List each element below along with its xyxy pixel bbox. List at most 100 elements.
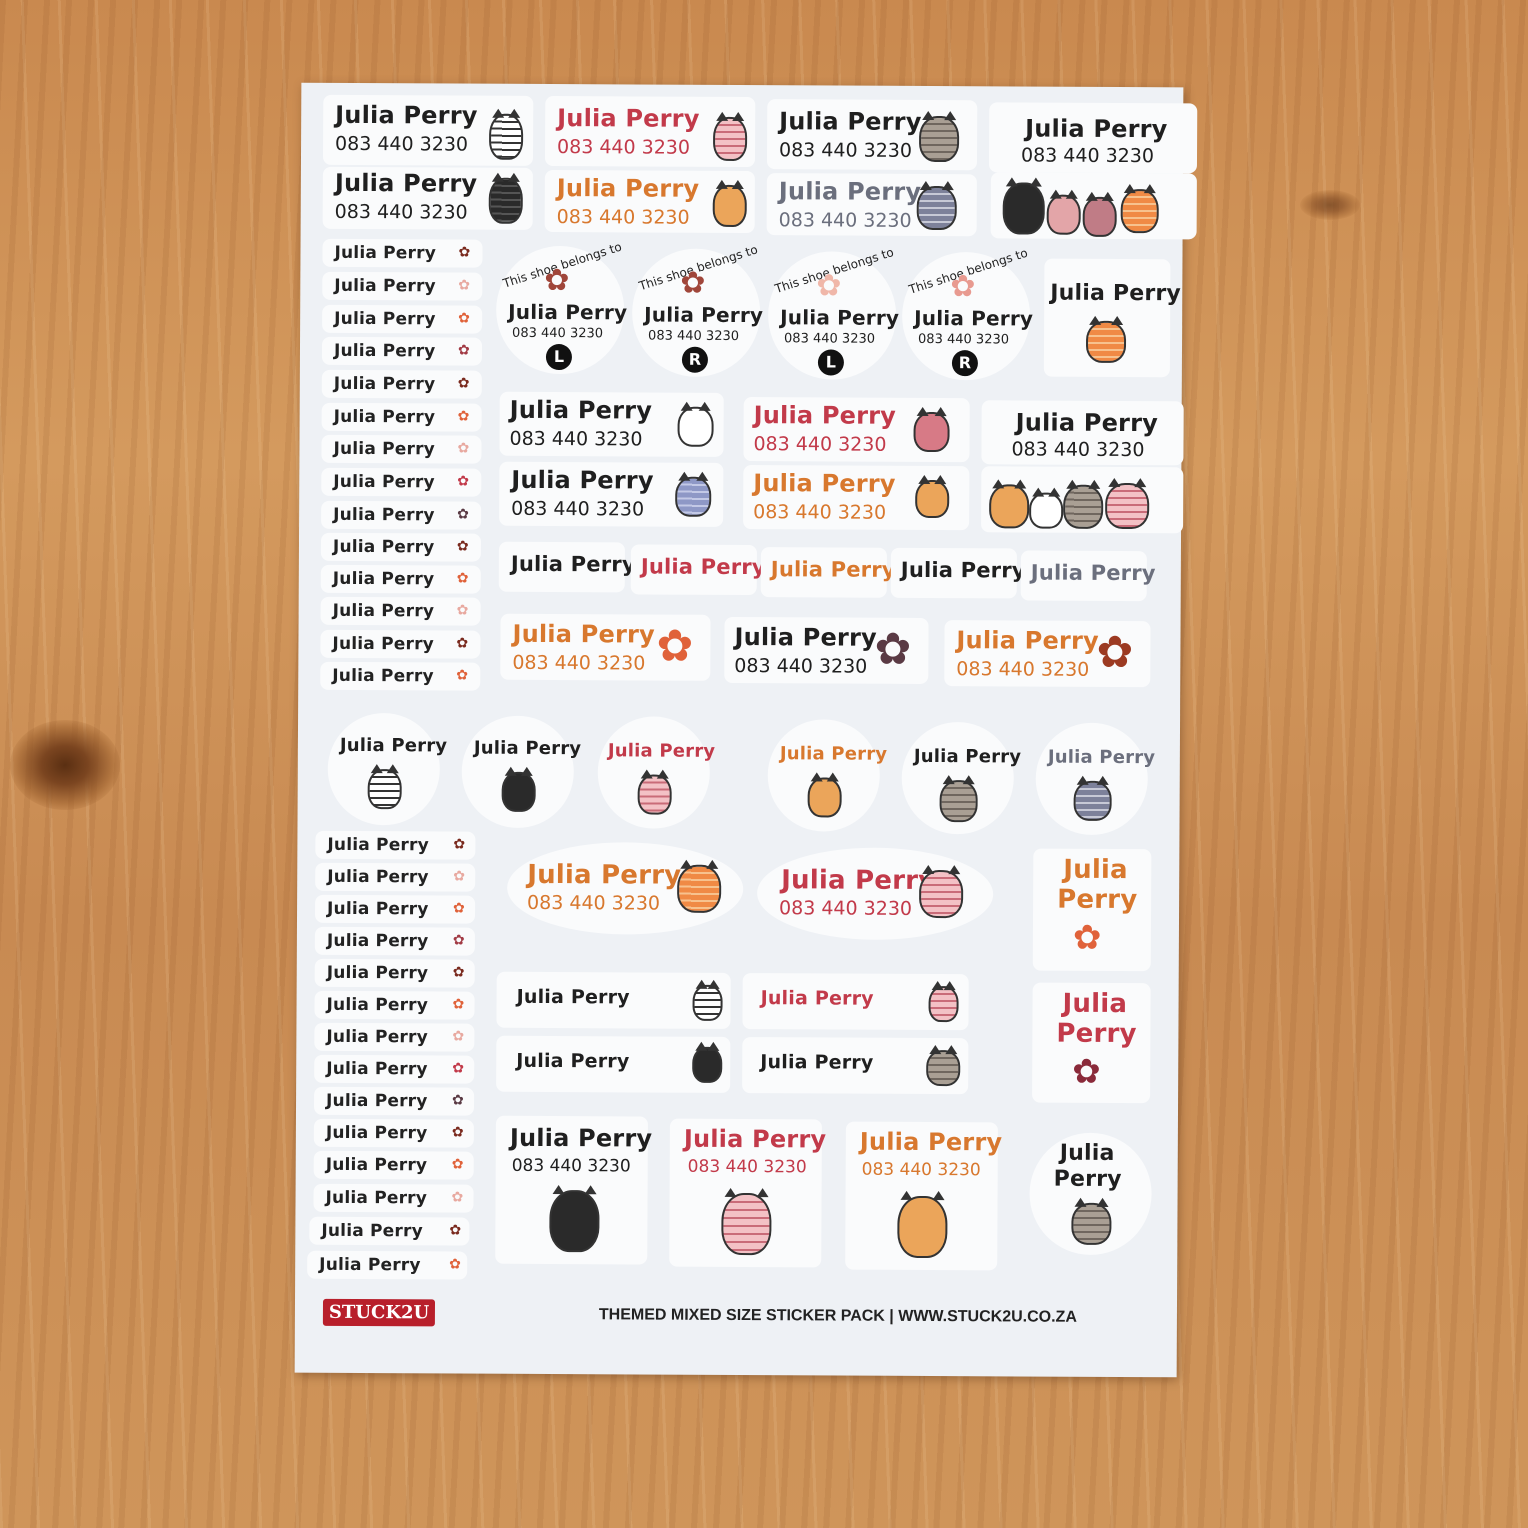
sticker-phone: 083 440 3230	[784, 331, 876, 347]
tiny-sticker-column: Julia Perry ✿ Julia Perry ✿ Julia Perry ✿ J…	[301, 83, 1183, 691]
sticker-name: Julia Perry	[327, 866, 429, 888]
brand-logo: STUCK2U	[322, 1298, 436, 1327]
oval-sticker: Julia Perry 083 440 3230	[756, 847, 994, 941]
sticker: Julia Perry 083 440 3230	[766, 173, 977, 237]
left-shoe-badge: L	[817, 349, 844, 376]
sticker-name: Julia Perry	[325, 1154, 428, 1176]
sticker-phone: 083 440 3230	[527, 891, 661, 915]
sticker-name: Julia Perry	[683, 1124, 827, 1154]
sticker-name-first: Julia	[1059, 1140, 1115, 1166]
paw-icon: ✿	[452, 1028, 465, 1045]
sticker-phone: 083 440 3230	[512, 651, 646, 675]
paw-icon: ✿	[449, 1256, 461, 1273]
cat-icon	[692, 984, 723, 1021]
cat-icon	[1073, 780, 1112, 821]
sticker-name: Julia Perry	[1050, 280, 1182, 307]
cat-icon	[501, 771, 536, 812]
sticker-name: Julia Perry	[779, 107, 922, 136]
cat-icon	[721, 1192, 772, 1256]
sticker-name: Julia Perry	[509, 1123, 653, 1153]
tiny-sticker: Julia Perry ✿	[309, 1216, 470, 1246]
sticker: Julia Perry 083 440 3230 ✿	[500, 613, 711, 681]
paw-icon: ✿	[457, 408, 470, 425]
sticker-phone: 083 440 3230	[753, 501, 887, 524]
sticker-name: Julia Perry	[607, 740, 716, 762]
tiny-sticker: Julia Perry ✿	[320, 532, 482, 562]
tiny-sticker: Julia Perry ✿	[321, 500, 482, 530]
sticker-name: Julia Perry	[319, 1254, 421, 1276]
tiny-sticker: Julia Perry ✿	[314, 926, 475, 956]
sticker-name: Julia Perry	[956, 626, 1099, 655]
sticker-name: Julia Perry	[339, 734, 448, 757]
tiny-sticker-column: Julia Perry ✿ Julia Perry ✿ Julia Perry ✿ J…	[301, 83, 1183, 1280]
tiny-sticker: Julia Perry ✿	[314, 958, 475, 988]
wood-knot	[1300, 190, 1360, 220]
sticker-phone: 083 440 3230	[1011, 438, 1145, 462]
paw-icon: ✿	[656, 620, 694, 672]
tiny-sticker: Julia Perry ✿	[313, 1183, 474, 1213]
sticker: Julia Perry	[742, 973, 969, 1031]
paw-icon: ✿	[458, 310, 470, 327]
tiny-sticker: Julia Perry ✿	[314, 1054, 475, 1084]
sticker: Julia Perry	[742, 1037, 969, 1095]
right-shoe-badge: R	[681, 346, 709, 373]
sticker: Julia Perry 083 440 3230	[766, 99, 978, 171]
cat-icon	[919, 869, 964, 919]
sticker-name: Julia Perry	[753, 401, 897, 430]
sticker: Julia Perry 083 440 3230	[981, 400, 1184, 466]
sticker-name: Julia Perry	[327, 898, 429, 920]
sticker-name: Julia Perry	[760, 987, 874, 1010]
tiny-sticker: Julia Perry ✿	[321, 336, 483, 366]
sticker-name: Julia Perry	[321, 1220, 423, 1242]
sticker: Julia Perry	[496, 971, 731, 1029]
sticker-name: Julia Perry	[325, 1122, 428, 1144]
cat-icon	[675, 476, 712, 517]
paw-icon: ✿	[874, 623, 912, 675]
sticker-name: Julia Perry	[335, 100, 478, 130]
shoe-sticker-right: This shoe belongs to ✿ Julia Perry 083 4…	[901, 246, 1033, 381]
tiny-sticker: Julia Perry ✿	[313, 1150, 474, 1180]
sticker-name: Julia Perry	[557, 104, 700, 133]
sticker-name: Julia Perry	[332, 536, 435, 558]
paw-icon: ✿	[457, 342, 470, 359]
tiny-sticker: Julia Perry ✿	[322, 238, 483, 268]
paw-icon: ✿	[458, 277, 471, 294]
tiny-sticker: Julia Perry ✿	[321, 434, 482, 464]
tiny-sticker: Julia Perry ✿	[315, 830, 476, 860]
sticker-name: Julia Perry	[779, 743, 888, 765]
sticker-name: Julia Perry	[334, 242, 437, 264]
sticker	[981, 466, 1184, 534]
sticker-name: Julia Perry	[781, 865, 936, 897]
sticker-name: Julia Perry	[508, 299, 628, 325]
group-of-cats-icon	[989, 484, 1030, 529]
cat-icon	[367, 769, 402, 810]
wood-knot	[10, 720, 120, 810]
footer-text: THEMED MIXED SIZE STICKER PACK | WWW.STU…	[598, 1306, 1077, 1326]
sticker: Julia Perry 083 440 3230	[669, 1118, 826, 1268]
oval-sticker: Julia Perry 083 440 3230	[506, 841, 744, 936]
sticker: Julia Perry 083 440 3230 ✿	[724, 616, 929, 684]
paw-icon: ✿	[452, 964, 465, 981]
round-sticker: Julia Perry	[597, 716, 715, 829]
cat-icon	[939, 780, 978, 823]
sticker-name: Julia Perry	[326, 962, 429, 984]
sticker-name: Julia Perry	[326, 1058, 428, 1080]
sticker-name: Julia Perry	[1025, 114, 1168, 144]
round-sticker: Julia Perry	[1035, 722, 1155, 836]
tiny-sticker: Julia Perry ✿	[320, 661, 481, 691]
paw-icon: ✿	[1096, 626, 1134, 679]
tiny-sticker: Julia Perry ✿	[313, 1086, 475, 1116]
sticker-name-last: Perry	[1053, 1166, 1122, 1193]
paw-icon: ✿	[816, 268, 842, 304]
sticker-phone: 083 440 3230	[778, 139, 913, 162]
cat-icon	[926, 1049, 961, 1087]
sticker-name: Julia Perry	[510, 551, 636, 577]
sticker: Julia Perry 083 440 3230	[743, 397, 970, 463]
sticker: Julia Perry 083 440 3230	[544, 169, 755, 234]
sticker-name: Julia Perry	[326, 930, 429, 952]
cat-icon	[712, 116, 748, 162]
sticker-name: Julia Perry	[516, 985, 630, 1009]
sticker-phone: 083 440 3230	[509, 427, 643, 451]
cat-icon	[1082, 196, 1117, 237]
sticker: Julia Perry 083 440 3230	[743, 465, 970, 531]
